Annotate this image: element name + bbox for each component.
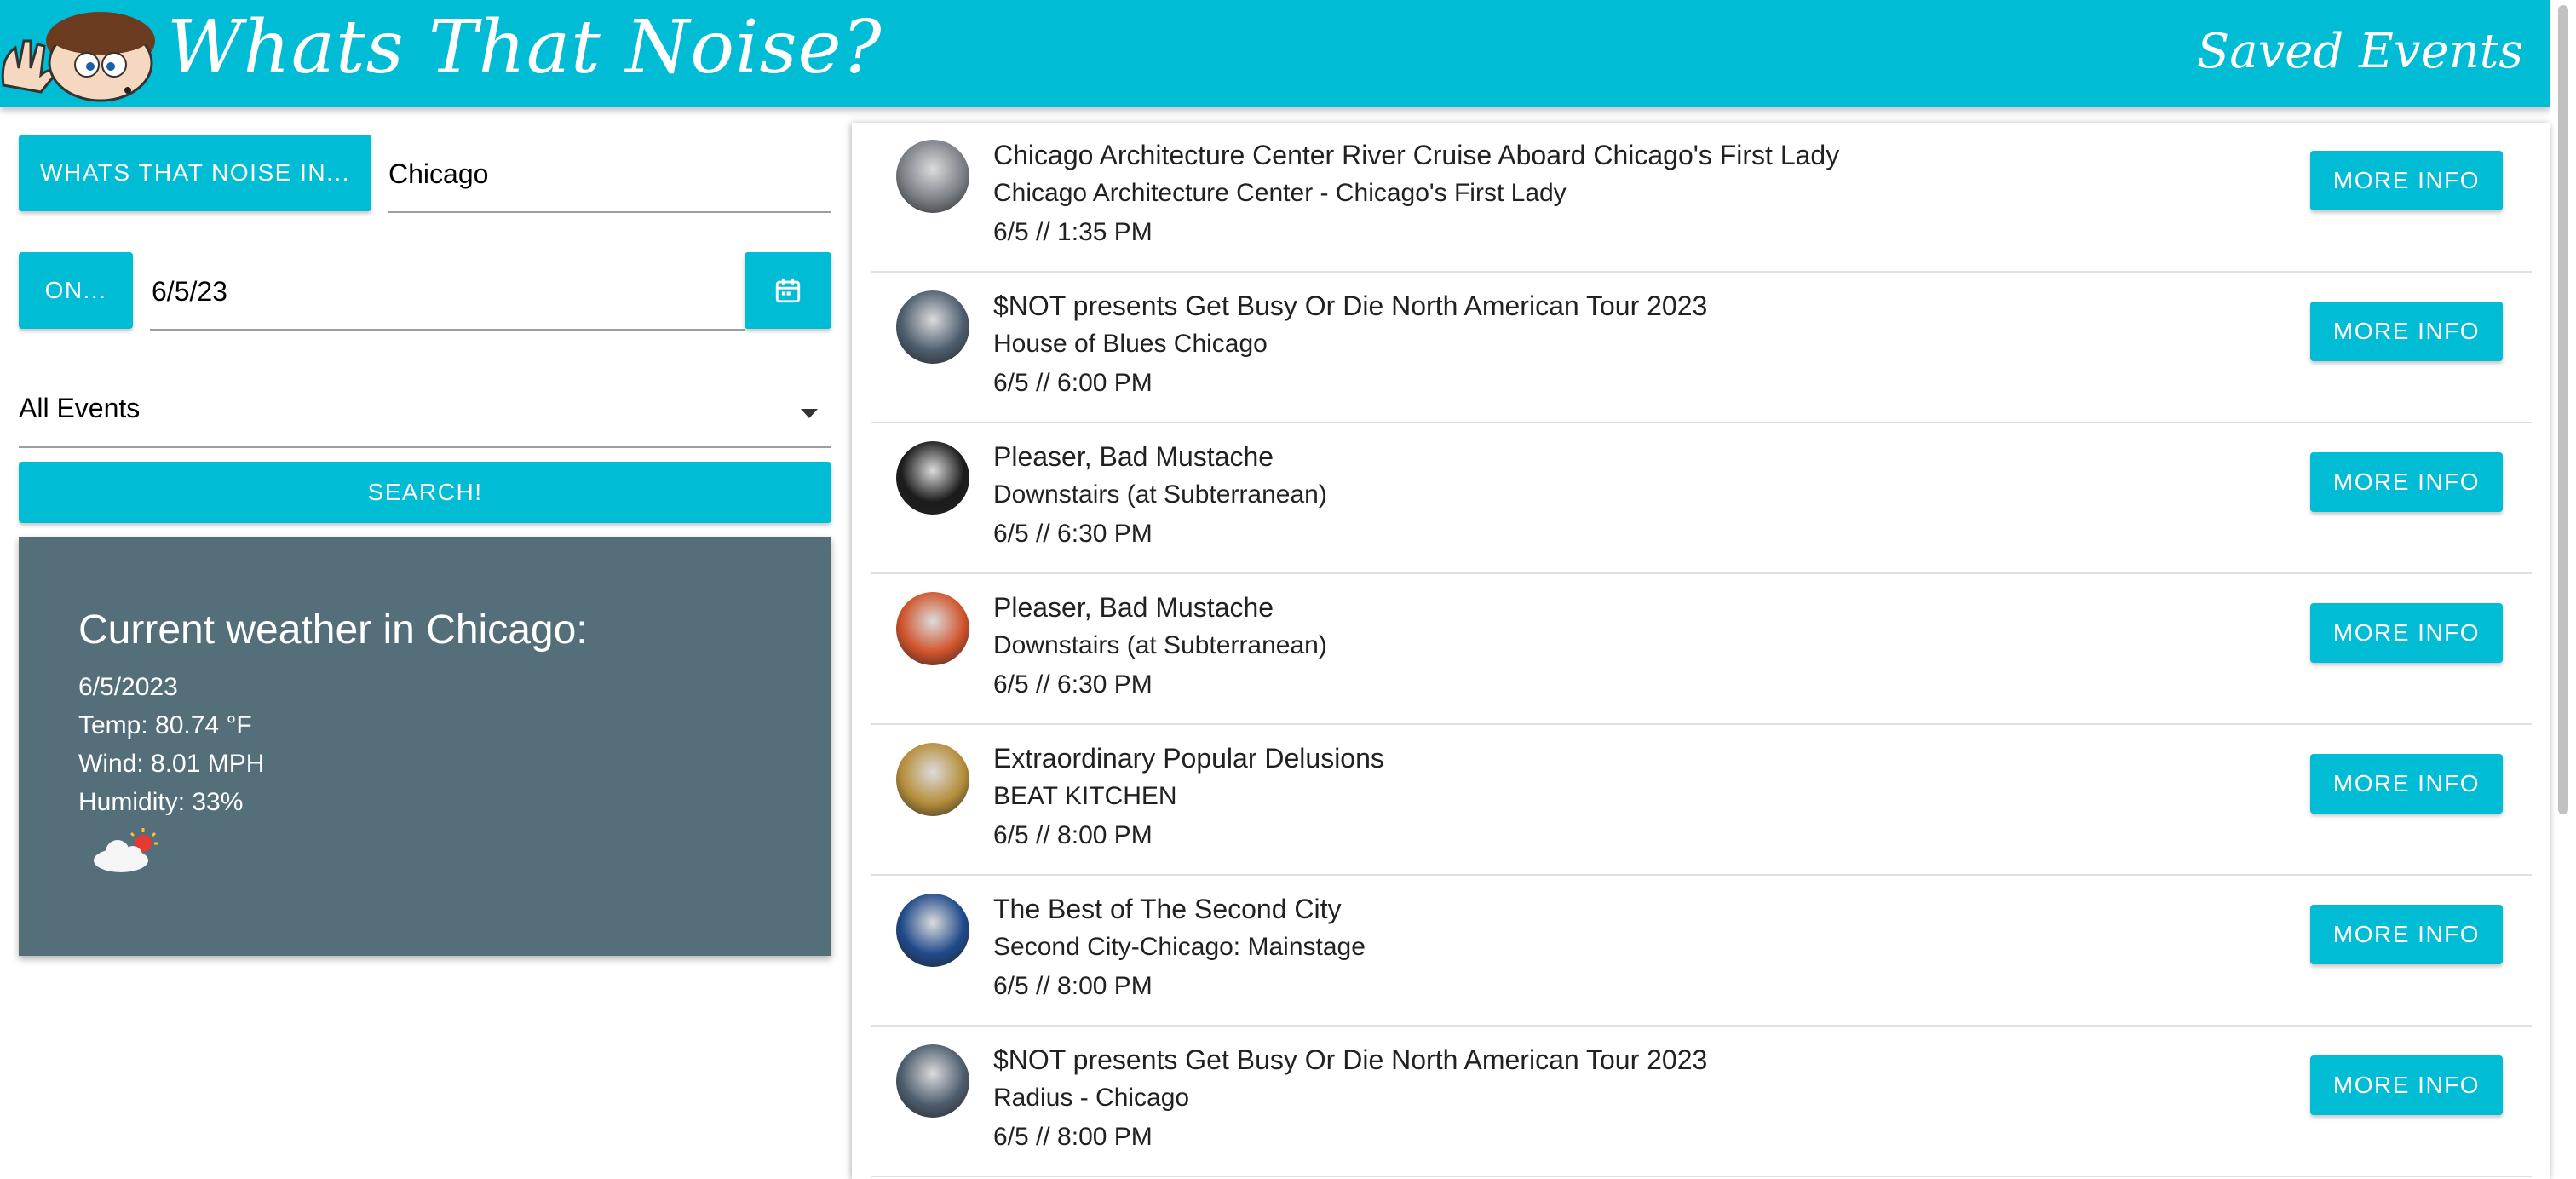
- category-select[interactable]: All Events: [19, 370, 831, 448]
- scrollbar-thumb[interactable]: [2558, 5, 2568, 814]
- event-venue: BEAT KITCHEN: [993, 782, 1177, 810]
- event-venue: Chicago Architecture Center - Chicago's …: [993, 179, 1567, 207]
- calendar-button[interactable]: [745, 252, 831, 329]
- event-avatar: [896, 290, 969, 364]
- more-info-button[interactable]: MORE INFO: [2310, 754, 2503, 814]
- more-info-button[interactable]: MORE INFO: [2310, 151, 2503, 210]
- location-input[interactable]: Chicago: [388, 136, 831, 213]
- event-avatar: [896, 140, 969, 213]
- cartoon-face-waving-icon: [1, 12, 155, 102]
- event-time: 6/5 // 6:00 PM: [993, 369, 1153, 397]
- more-info-button[interactable]: MORE INFO: [2310, 302, 2503, 361]
- event-venue: House of Blues Chicago: [993, 330, 1268, 358]
- event-time: 6/5 // 8:00 PM: [993, 1123, 1153, 1151]
- event-title: $NOT presents Get Busy Or Die North Amer…: [993, 290, 1708, 321]
- event-row: Extraordinary Popular Delusions BEAT KITC…: [871, 726, 2532, 876]
- event-venue: Radius - Chicago: [993, 1084, 1190, 1112]
- event-avatar: [896, 592, 969, 665]
- event-time: 6/5 // 1:35 PM: [993, 218, 1153, 246]
- event-title: $NOT presents Get Busy Or Die North Amer…: [993, 1044, 1708, 1075]
- calendar-icon: [775, 278, 801, 303]
- event-time: 6/5 // 8:00 PM: [993, 821, 1153, 849]
- search-button[interactable]: SEARCH!: [19, 462, 831, 523]
- weather-humidity: Humidity: 33%: [78, 788, 244, 816]
- location-prefix-button[interactable]: WHATS THAT NOISE IN...: [19, 135, 371, 211]
- more-info-button[interactable]: MORE INFO: [2310, 452, 2503, 512]
- event-avatar: [896, 441, 969, 515]
- event-title: Pleaser, Bad Mustache: [993, 592, 1274, 623]
- more-info-button[interactable]: MORE INFO: [2310, 1055, 2503, 1115]
- weather-title: Current weather in Chicago:: [78, 607, 588, 653]
- event-time: 6/5 // 8:00 PM: [993, 972, 1153, 1000]
- event-time: 6/5 // 6:30 PM: [993, 670, 1153, 699]
- category-select-value: All Events: [19, 392, 141, 423]
- event-row: The Best of The Second City Second City-C…: [871, 877, 2532, 1027]
- event-title: Chicago Architecture Center River Cruise…: [993, 140, 1840, 170]
- event-row: $NOT presents Get Busy Or Die North Amer…: [871, 1027, 2532, 1177]
- weather-wind: Wind: 8.01 MPH: [78, 750, 265, 778]
- event-title: Pleaser, Bad Mustache: [993, 441, 1274, 472]
- event-row: $NOT presents Get Busy Or Die North Amer…: [871, 273, 2532, 423]
- chevron-down-icon: [801, 409, 818, 418]
- event-venue: Second City-Chicago: Mainstage: [993, 933, 1366, 961]
- event-venue: Downstairs (at Subterranean): [993, 631, 1327, 659]
- weather-temp: Temp: 80.74 °F: [78, 711, 252, 739]
- more-info-button[interactable]: MORE INFO: [2310, 603, 2503, 663]
- event-row: Pleaser, Bad Mustache Downstairs (at Subt…: [871, 575, 2532, 725]
- event-avatar: [896, 1044, 969, 1118]
- event-time: 6/5 // 6:30 PM: [993, 520, 1153, 548]
- weather-date: 6/5/2023: [78, 673, 178, 701]
- event-row: Pleaser, Bad Mustache Downstairs (at Subt…: [871, 424, 2532, 574]
- events-list[interactable]: Chicago Architecture Center River Cruise…: [852, 123, 2550, 1179]
- more-info-button[interactable]: MORE INFO: [2310, 905, 2503, 964]
- event-avatar: [896, 894, 969, 967]
- date-input[interactable]: 6/5/23: [150, 254, 745, 331]
- event-title: The Best of The Second City: [993, 894, 1342, 924]
- event-title: Extraordinary Popular Delusions: [993, 743, 1384, 774]
- event-avatar: [896, 743, 969, 816]
- event-row: Chicago Architecture Center River Cruise…: [871, 123, 2532, 273]
- event-venue: Downstairs (at Subterranean): [993, 480, 1327, 509]
- app-header: Whats That Noise? Saved Events: [0, 0, 2550, 107]
- date-prefix-button[interactable]: ON...: [19, 252, 133, 329]
- partly-cloudy-icon: [94, 828, 158, 872]
- saved-events-link[interactable]: Saved Events: [2197, 24, 2523, 79]
- app-title: Whats That Noise?: [167, 5, 883, 90]
- weather-card: Current weather in Chicago: 6/5/2023 Tem…: [19, 537, 831, 956]
